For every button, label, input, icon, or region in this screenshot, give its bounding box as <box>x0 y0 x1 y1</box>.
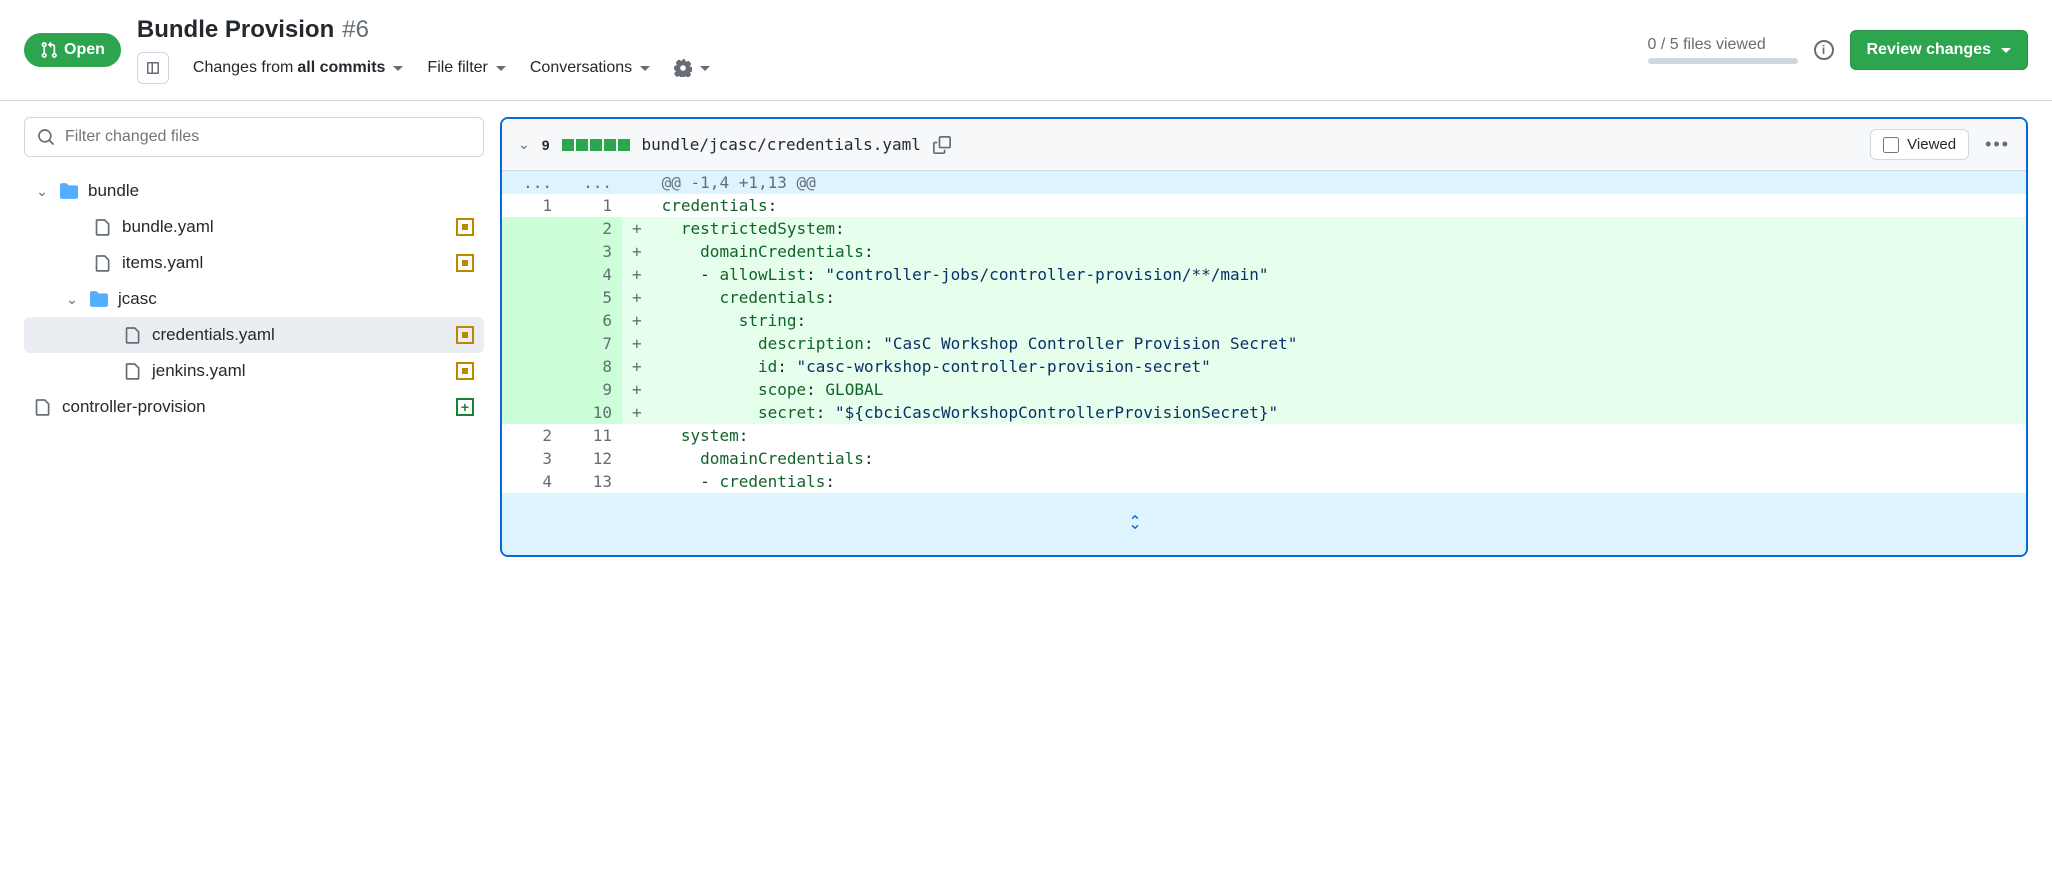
file-icon <box>94 218 112 236</box>
info-icon[interactable]: i <box>1814 40 1834 60</box>
copy-icon <box>933 136 951 154</box>
header-main: Bundle Provision #6 Changes from all com… <box>137 16 1632 84</box>
collapse-file-button[interactable]: ⌄ <box>518 136 530 153</box>
chevron-down-icon: ⌄ <box>34 183 50 200</box>
diff-line[interactable]: 11 credentials: <box>502 194 2026 217</box>
progress-bar <box>1648 58 1798 64</box>
filter-files-input[interactable] <box>65 128 471 146</box>
toggle-file-tree-button[interactable] <box>137 52 169 84</box>
diff-settings-dropdown[interactable] <box>674 59 710 77</box>
filter-files-box[interactable] <box>24 117 484 157</box>
diff-hunk-header[interactable]: ... ... @@ -1,4 +1,13 @@ <box>502 171 2026 194</box>
file-icon <box>124 362 142 380</box>
file-tree-sidebar: ⌄ bundle bundle.yaml items.yaml ⌄ jcasc … <box>24 117 484 557</box>
diff-file-path[interactable]: bundle/jcasc/credentials.yaml <box>642 135 921 154</box>
diff-panel: ⌄ 9 bundle/jcasc/credentials.yaml Viewed… <box>500 117 2028 557</box>
caret-down-icon <box>496 66 506 71</box>
pr-number: #6 <box>342 16 369 44</box>
diff-line[interactable]: 3+ domainCredentials: <box>502 240 2026 263</box>
gear-icon <box>674 59 692 77</box>
diff-file-header: ⌄ 9 bundle/jcasc/credentials.yaml Viewed… <box>502 119 2026 171</box>
modified-status-icon <box>456 254 474 272</box>
search-icon <box>37 128 55 146</box>
changes-from-dropdown[interactable]: Changes from all commits <box>193 59 404 77</box>
file-icon <box>124 326 142 344</box>
pr-title[interactable]: Bundle Provision <box>137 16 334 44</box>
diff-line[interactable]: 7+ description: "CasC Workshop Controlle… <box>502 332 2026 355</box>
caret-down-icon <box>700 66 710 71</box>
tree-folder-bundle[interactable]: ⌄ bundle <box>24 173 484 209</box>
tree-file-controller-provision[interactable]: controller-provision + <box>24 389 484 425</box>
tree-file-bundle-yaml[interactable]: bundle.yaml <box>24 209 484 245</box>
modified-status-icon <box>456 218 474 236</box>
expand-diff-button[interactable] <box>502 493 2026 555</box>
pr-state-badge: Open <box>24 33 121 67</box>
folder-icon <box>60 182 78 200</box>
unfold-icon <box>1127 514 1143 530</box>
caret-down-icon <box>640 66 650 71</box>
modified-status-icon <box>456 326 474 344</box>
conversations-dropdown[interactable]: Conversations <box>530 59 650 77</box>
tree-file-credentials-yaml[interactable]: credentials.yaml <box>24 317 484 353</box>
diff-stat-squares <box>562 139 630 151</box>
added-status-icon: + <box>456 398 474 416</box>
file-icon <box>94 254 112 272</box>
file-filter-dropdown[interactable]: File filter <box>427 59 505 77</box>
pr-state-text: Open <box>64 41 105 59</box>
modified-status-icon <box>456 362 474 380</box>
sidebar-collapse-icon <box>145 60 161 76</box>
diff-line[interactable]: 8+ id: "casc-workshop-controller-provisi… <box>502 355 2026 378</box>
git-pull-request-icon <box>40 41 58 59</box>
files-viewed-indicator: 0 / 5 files viewed <box>1648 36 1798 64</box>
diff-line[interactable]: 312 domainCredentials: <box>502 447 2026 470</box>
pr-header: Open Bundle Provision #6 Changes from al… <box>0 0 2052 101</box>
diff-toolbar: Changes from all commits File filter Con… <box>137 52 1632 84</box>
diff-line[interactable]: 413 - credentials: <box>502 470 2026 493</box>
caret-down-icon <box>393 66 403 71</box>
diff-line[interactable]: 2+ restrictedSystem: <box>502 217 2026 240</box>
diff-table: ... ... @@ -1,4 +1,13 @@ 11 credentials:… <box>502 171 2026 493</box>
diff-line[interactable]: 6+ string: <box>502 309 2026 332</box>
header-right: 0 / 5 files viewed i Review changes <box>1648 30 2029 70</box>
viewed-checkbox-input[interactable] <box>1883 137 1899 153</box>
diff-line[interactable]: 4+ - allowList: "controller-jobs/control… <box>502 263 2026 286</box>
tree-folder-jcasc[interactable]: ⌄ jcasc <box>24 281 484 317</box>
review-changes-button[interactable]: Review changes <box>1850 30 2029 70</box>
copy-path-button[interactable] <box>933 136 951 154</box>
folder-icon <box>90 290 108 308</box>
tree-file-jenkins-yaml[interactable]: jenkins.yaml <box>24 353 484 389</box>
caret-down-icon <box>2001 48 2011 53</box>
diff-line-count: 9 <box>542 137 550 153</box>
chevron-down-icon: ⌄ <box>64 291 80 308</box>
file-actions-menu[interactable]: ••• <box>1985 134 2010 155</box>
diff-line[interactable]: 9+ scope: GLOBAL <box>502 378 2026 401</box>
file-icon <box>34 398 52 416</box>
viewed-checkbox[interactable]: Viewed <box>1870 129 1969 160</box>
diff-line[interactable]: 211 system: <box>502 424 2026 447</box>
diff-line[interactable]: 10+ secret: "${cbciCascWorkshopControlle… <box>502 401 2026 424</box>
diff-line[interactable]: 5+ credentials: <box>502 286 2026 309</box>
tree-file-items-yaml[interactable]: items.yaml <box>24 245 484 281</box>
